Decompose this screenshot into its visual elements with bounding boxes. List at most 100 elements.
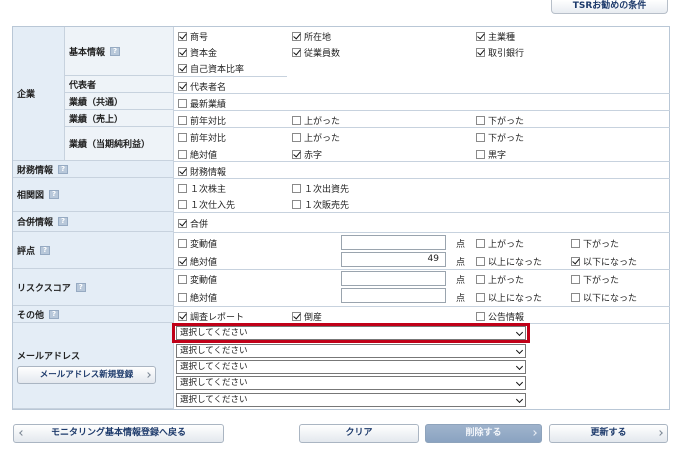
mail-select-4[interactable]: 選択してください <box>176 376 526 390</box>
check-rs-ika[interactable]: 以下になった <box>571 291 637 304</box>
check-shogo[interactable]: 商号 <box>178 30 208 43</box>
check-rs-down[interactable]: 下がった <box>571 273 619 286</box>
checkbox-hy-down[interactable] <box>571 239 580 248</box>
checkbox-rs-down[interactable] <box>571 275 580 284</box>
checkbox-jun-down[interactable] <box>476 133 485 142</box>
check-uri-up[interactable]: 上がった <box>292 114 340 127</box>
hyoten-hendo-input[interactable] <box>341 235 446 250</box>
check-daihyosha[interactable]: 代表者名 <box>178 80 226 93</box>
check-rs-hendo[interactable]: 変動値 <box>178 273 217 286</box>
checkbox-shogo[interactable] <box>178 32 187 41</box>
hyoten-zettai-input[interactable]: 49 <box>341 252 446 267</box>
checkbox-rs-zettai[interactable] <box>178 293 187 302</box>
delete-button[interactable]: 削除する <box>425 424 542 443</box>
check-jun-zennen[interactable]: 前年対比 <box>178 131 226 144</box>
check-hy-down[interactable]: 下がった <box>571 237 619 250</box>
check-torihiki[interactable]: 取引銀行 <box>476 46 524 59</box>
risk-hendo-input[interactable] <box>341 271 446 286</box>
check-jun-down[interactable]: 下がった <box>476 131 524 144</box>
back-button[interactable]: モニタリング基本情報登録へ戻る <box>13 424 224 443</box>
checkbox-uri-zennen[interactable] <box>178 116 187 125</box>
checkbox-shihonkin[interactable] <box>178 48 187 57</box>
check-hy-hendo[interactable]: 変動値 <box>178 237 217 250</box>
check-kuroji[interactable]: 黒字 <box>476 148 506 161</box>
check-hanbai[interactable]: １次販売先 <box>292 198 349 211</box>
check-kokoku[interactable]: 公告情報 <box>476 310 524 323</box>
check-shihonkin[interactable]: 資本金 <box>178 46 217 59</box>
tsr-recommended-button[interactable]: TSRお勧めの条件 <box>551 0 668 14</box>
checkbox-kuroji[interactable] <box>476 150 485 159</box>
checkbox-rs-ijo[interactable] <box>476 293 485 302</box>
checkbox-hy-hendo[interactable] <box>178 239 187 248</box>
checkbox-zaimu[interactable] <box>178 167 187 176</box>
check-jugyoinsu[interactable]: 従業員数 <box>292 46 340 59</box>
check-uri-down[interactable]: 下がった <box>476 114 524 127</box>
checkbox-hy-up[interactable] <box>476 239 485 248</box>
check-jiko[interactable]: 自己資本比率 <box>178 62 244 75</box>
mail-select-value: 選択してください <box>180 395 248 405</box>
checkbox-hy-zettai[interactable] <box>178 257 187 266</box>
check-hy-zettai[interactable]: 絶対値 <box>178 255 217 268</box>
checkbox-hanbai[interactable] <box>292 200 301 209</box>
checkbox-saishin[interactable] <box>178 99 187 108</box>
check-hy-ika[interactable]: 以下になった <box>571 255 637 268</box>
checkbox-uri-down[interactable] <box>476 116 485 125</box>
checkbox-hy-ijo[interactable] <box>476 257 485 266</box>
check-kabunushi[interactable]: １次株主 <box>178 182 226 195</box>
help-icon[interactable]: ? <box>49 309 60 319</box>
checkbox-shusshi[interactable] <box>292 184 301 193</box>
mail-select-3[interactable]: 選択してください <box>176 360 526 374</box>
checkbox-chosa[interactable] <box>178 312 187 321</box>
checkbox-jun-up[interactable] <box>292 133 301 142</box>
checkbox-rs-up[interactable] <box>476 275 485 284</box>
check-rs-zettai[interactable]: 絶対値 <box>178 291 217 304</box>
check-jun-up[interactable]: 上がった <box>292 131 340 144</box>
check-uri-zennen[interactable]: 前年対比 <box>178 114 226 127</box>
mail-register-button[interactable]: メールアドレス新規登録 <box>17 366 156 384</box>
checkbox-jun-zennen[interactable] <box>178 133 187 142</box>
checkbox-rs-ika[interactable] <box>571 293 580 302</box>
check-hy-up[interactable]: 上がった <box>476 237 524 250</box>
check-zaimu[interactable]: 財務情報 <box>178 165 226 178</box>
help-icon[interactable]: ? <box>58 164 69 174</box>
check-gappei[interactable]: 合併 <box>178 217 208 230</box>
checkbox-jun-zettai[interactable] <box>178 150 187 159</box>
risk-zettai-input[interactable] <box>341 288 446 303</box>
check-shusshi[interactable]: １次出資先 <box>292 182 349 195</box>
checkbox-uri-up[interactable] <box>292 116 301 125</box>
check-shiire[interactable]: １次仕入先 <box>178 198 235 211</box>
checkbox-jugyoinsu[interactable] <box>292 48 301 57</box>
checkbox-hy-ika[interactable] <box>571 257 580 266</box>
clear-button[interactable]: クリア <box>299 424 419 443</box>
checkbox-shozaichi[interactable] <box>292 32 301 41</box>
check-rs-ijo[interactable]: 以上になった <box>476 291 542 304</box>
check-shozaichi[interactable]: 所在地 <box>292 30 331 43</box>
checkbox-rs-hendo[interactable] <box>178 275 187 284</box>
help-icon[interactable]: ? <box>58 217 69 226</box>
check-tosan[interactable]: 倒産 <box>292 310 322 323</box>
checkbox-akaji[interactable] <box>292 150 301 159</box>
check-jun-zettai[interactable]: 絶対値 <box>178 148 217 161</box>
checkbox-kokoku[interactable] <box>476 312 485 321</box>
checkbox-jiko[interactable] <box>178 64 187 73</box>
checkbox-tosan[interactable] <box>292 312 301 321</box>
checkbox-daihyosha[interactable] <box>178 82 187 91</box>
help-icon[interactable]: ? <box>75 282 86 292</box>
mail-select-5[interactable]: 選択してください <box>176 393 526 407</box>
checkbox-torihiki[interactable] <box>476 48 485 57</box>
help-icon[interactable]: ? <box>110 46 121 56</box>
check-hy-ijo[interactable]: 以上になった <box>476 255 542 268</box>
help-icon[interactable]: ? <box>49 190 60 199</box>
check-rs-up[interactable]: 上がった <box>476 273 524 286</box>
checkbox-shugyoshu[interactable] <box>476 32 485 41</box>
checkbox-shiire[interactable] <box>178 200 187 209</box>
mail-select-2[interactable]: 選択してください <box>176 344 526 358</box>
check-shugyoshu[interactable]: 主業種 <box>476 30 515 43</box>
checkbox-gappei[interactable] <box>178 219 187 228</box>
check-chosa[interactable]: 調査レポート <box>178 310 244 323</box>
update-button[interactable]: 更新する <box>549 424 668 443</box>
check-saishin[interactable]: 最新業績 <box>178 97 226 110</box>
checkbox-kabunushi[interactable] <box>178 184 187 193</box>
check-akaji[interactable]: 赤字 <box>292 148 322 161</box>
help-icon[interactable]: ? <box>40 245 51 255</box>
